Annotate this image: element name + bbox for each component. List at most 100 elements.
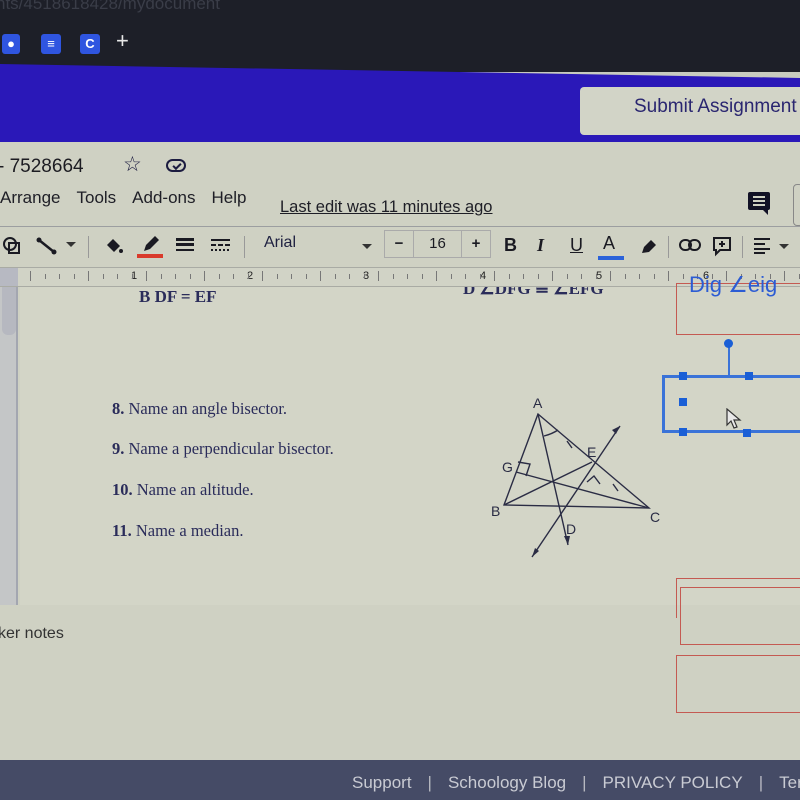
ruler-tick <box>59 274 60 279</box>
person-icon[interactable]: ● <box>2 34 20 54</box>
shape-icon[interactable] <box>2 236 22 266</box>
ruler-tick <box>131 274 133 279</box>
share-button[interactable] <box>793 184 800 226</box>
point-e-label: E <box>587 444 596 460</box>
menu-bar: Arrange Tools Add-ons Help <box>0 188 262 208</box>
document-title[interactable]: - 7528664 <box>0 156 84 178</box>
ruler-tick <box>349 274 350 279</box>
font-dropdown-icon[interactable] <box>362 244 372 249</box>
question-11: 11. Name a median. <box>112 521 244 540</box>
align-icon[interactable] <box>754 238 774 268</box>
link-icon[interactable] <box>679 239 701 269</box>
answer-text[interactable]: Dig ∠eig <box>689 272 777 298</box>
last-edit-link[interactable]: Last edit was 11 minutes ago <box>280 198 493 217</box>
line-tool-icon[interactable] <box>36 236 58 266</box>
divider <box>0 226 800 227</box>
triangle-diagram: A B C D E G <box>491 395 660 558</box>
decrease-font-size-button[interactable]: − <box>385 231 414 257</box>
plus-icon[interactable]: + <box>116 30 129 52</box>
cloud-saved-icon[interactable] <box>166 159 186 172</box>
ruler-tick <box>595 274 597 279</box>
ruler-tick <box>537 274 539 279</box>
ruler-tick <box>73 274 75 279</box>
resize-handle[interactable] <box>679 398 687 406</box>
menu-arrange[interactable]: Arrange <box>0 188 60 208</box>
border-color-icon[interactable] <box>141 234 161 264</box>
formatting-toolbar: Arial − 16 + B I U A <box>0 230 800 264</box>
slide-canvas[interactable]: B DF = EF D ∠DFG ≅ ∠EFG 8. Name an angle… <box>20 272 800 713</box>
underline-button[interactable]: U <box>570 230 583 260</box>
filmstrip-scrollbar[interactable] <box>0 287 18 605</box>
fill-color-icon[interactable] <box>103 236 125 266</box>
question-8: 8. Name an angle bisector. <box>112 399 288 418</box>
add-comment-icon[interactable] <box>712 236 732 266</box>
ruler-tick <box>450 274 452 279</box>
toolbar-separator <box>742 236 743 258</box>
browser-toolbar: nts/4518618428/mydocument ● ≡ C + <box>0 0 800 72</box>
text-color-button[interactable]: A <box>603 228 615 258</box>
ruler-tick <box>30 271 31 281</box>
rotate-handle-stem <box>728 345 730 375</box>
ruler-tick <box>668 271 669 281</box>
toolbar-separator <box>244 236 245 258</box>
ruler-tick <box>523 274 524 279</box>
answer-box-10[interactable] <box>676 655 800 713</box>
ruler-tick <box>378 271 379 281</box>
menu-tools[interactable]: Tools <box>76 188 116 208</box>
ruler-tick <box>465 274 466 279</box>
ruler-tick <box>610 271 611 281</box>
star-icon[interactable]: ☆ <box>123 152 142 177</box>
ruler-tick <box>291 274 292 279</box>
footer-link-privacy[interactable]: PRIVACY POLICY <box>603 773 743 793</box>
vertex-c-label: C <box>650 509 660 525</box>
resize-handle[interactable] <box>743 429 751 437</box>
menu-add-ons[interactable]: Add-ons <box>132 188 195 208</box>
increase-font-size-button[interactable]: + <box>462 231 490 257</box>
ruler-tick <box>566 274 568 279</box>
ruler-tick <box>117 274 118 279</box>
bold-button[interactable]: B <box>504 230 517 260</box>
ruler-tick <box>436 271 437 281</box>
ruler-tick <box>88 271 89 281</box>
font-family-select[interactable]: Arial <box>264 234 296 252</box>
ruler-tick <box>682 274 684 279</box>
resize-handle[interactable] <box>679 428 687 436</box>
footer-link-terms[interactable]: Ter <box>779 773 800 793</box>
url-bar[interactable]: nts/4518618428/mydocument <box>0 0 220 14</box>
ruler-tick <box>233 274 234 279</box>
border-weight-icon[interactable] <box>176 238 194 268</box>
italic-button[interactable]: I <box>537 230 544 260</box>
font-size-input[interactable]: 16 <box>414 231 462 257</box>
ruler-tick <box>494 271 495 281</box>
vertex-a-label: A <box>533 395 543 411</box>
question-9: 9. Name a perpendicular bisector. <box>112 439 334 458</box>
resize-handle[interactable] <box>745 372 753 380</box>
ruler-tick <box>146 271 147 281</box>
footer-link-blog[interactable]: Schoology Blog <box>448 773 566 793</box>
menu-help[interactable]: Help <box>212 188 247 208</box>
slides-editor: - 7528664 ☆ Arrange Tools Add-ons Help L… <box>0 142 800 760</box>
footer-link-support[interactable]: Support <box>352 773 412 793</box>
ruler-number: 5 <box>596 270 603 282</box>
point-g-label: G <box>502 459 513 475</box>
speaker-notes[interactable]: ker notes <box>0 625 64 643</box>
resize-handle[interactable] <box>679 372 687 380</box>
border-dash-icon[interactable] <box>211 239 230 269</box>
ruler-tick <box>276 274 278 279</box>
highlight-icon[interactable] <box>640 238 658 268</box>
ruler-tick <box>320 271 321 281</box>
scroll-thumb[interactable] <box>2 287 16 335</box>
answer-box-7[interactable]: Dig ∠eig <box>676 272 800 335</box>
ruler-tick <box>305 274 307 279</box>
c-app-icon[interactable]: C <box>80 34 100 54</box>
ruler-tick <box>421 274 423 279</box>
submit-assignment-button[interactable]: Submit Assignment <box>580 87 800 135</box>
answer-box-11[interactable] <box>676 578 800 618</box>
ruler-tick <box>624 274 626 279</box>
ruler-tick <box>508 274 510 279</box>
docs-icon[interactable]: ≡ <box>41 34 61 54</box>
border-color-swatch <box>137 254 163 258</box>
rotate-handle[interactable] <box>724 339 733 348</box>
comment-history-icon[interactable] <box>748 192 770 215</box>
ruler-tick <box>653 274 655 279</box>
